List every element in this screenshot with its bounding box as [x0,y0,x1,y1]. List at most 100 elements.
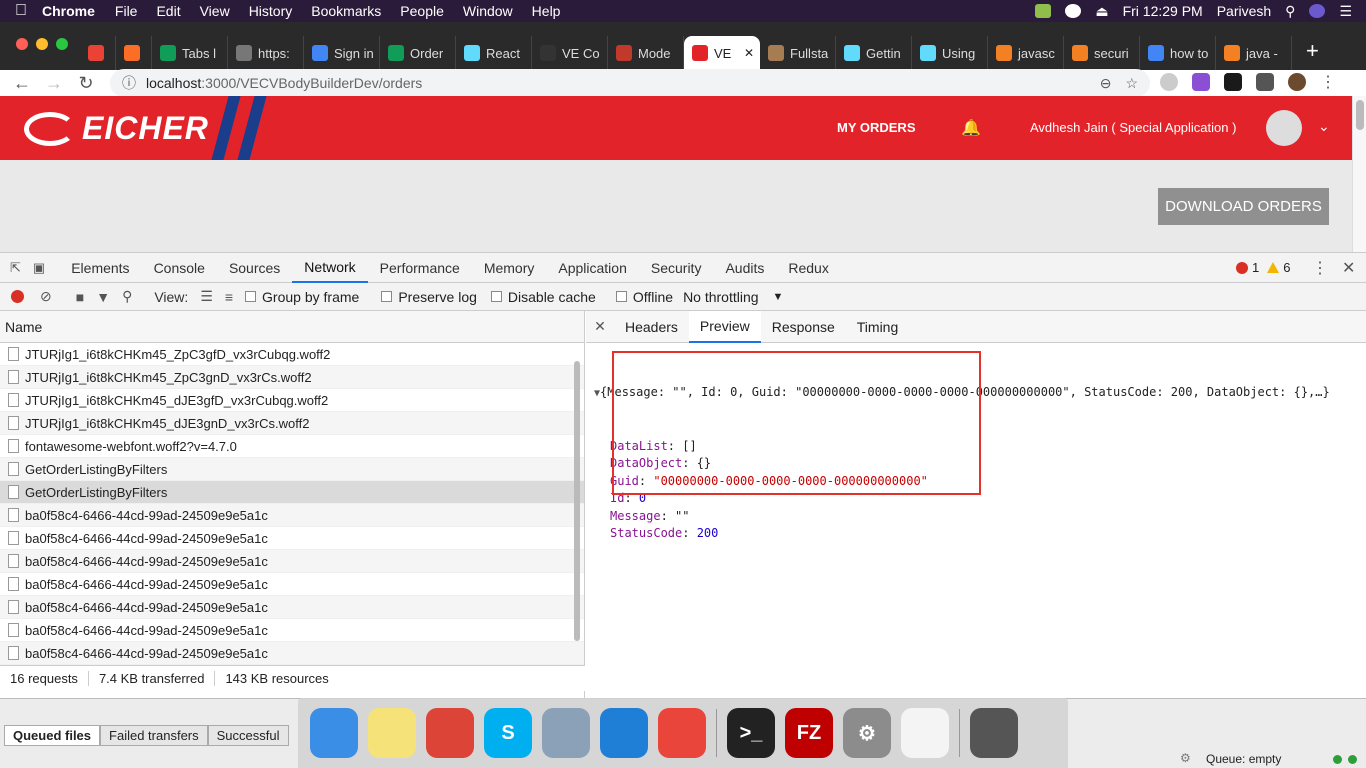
browser-tab[interactable]: Order [380,36,456,70]
siri-icon[interactable] [1309,4,1326,18]
request-row[interactable]: GetOrderListingByFilters [0,458,584,481]
devtools-tab-memory[interactable]: Memory [472,253,547,283]
error-warning-counter[interactable]: 1 6 [1236,260,1290,275]
menu-file[interactable]: File [115,3,138,19]
menu-bookmarks[interactable]: Bookmarks [311,3,381,19]
detail-tab-response[interactable]: Response [761,311,846,343]
bookmark-star-icon[interactable]: ☆ [1125,75,1138,92]
devtools-tab-console[interactable]: Console [142,253,217,283]
browser-tab[interactable] [80,36,116,70]
filter-icon[interactable]: ▼ [96,289,110,305]
checkbox-box[interactable] [615,291,627,302]
trash-icon[interactable] [970,708,1018,758]
notification-center-icon[interactable]: ☰ [1339,3,1352,20]
tab-queued-files[interactable]: Queued files [4,725,101,746]
request-row[interactable]: JTURjIg1_i6t8kCHKm45_dJE3gfD_vx3rCubqg.w… [0,389,584,412]
user-avatar[interactable] [1266,110,1302,146]
browser-tab[interactable]: Fullsta [760,36,836,70]
devtools-tab-application[interactable]: Application [546,253,639,283]
request-row[interactable]: ba0f58c4-6466-44cd-99ad-24509e9e5a1c [0,504,584,527]
new-tab-button[interactable]: + [1306,38,1319,64]
detail-tab-headers[interactable]: Headers [614,311,689,343]
menu-window[interactable]: Window [463,3,513,19]
request-row[interactable]: ba0f58c4-6466-44cd-99ad-24509e9e5a1c [0,573,584,596]
close-detail-icon[interactable]: ✕ [586,318,614,335]
filezilla-icon[interactable]: FZ [785,708,833,758]
chrome-icon[interactable] [426,708,474,758]
browser-tab[interactable]: Using [912,36,988,70]
checkbox-box[interactable] [245,291,257,302]
menu-view[interactable]: View [200,3,230,19]
reminders-icon[interactable] [901,708,949,758]
devtools-tab-security[interactable]: Security [639,253,714,283]
devtools-close-icon[interactable]: ✕ [1342,258,1355,278]
tab-close-icon[interactable]: ✕ [744,46,754,60]
chevron-down-icon[interactable]: ▼ [773,291,784,303]
menu-history[interactable]: History [249,3,293,19]
spotlight-search-icon[interactable]: ⚲ [1285,3,1295,20]
browser-tab[interactable]: Mode [608,36,684,70]
browser-tab[interactable]: Gettin [836,36,912,70]
xampp-icon[interactable] [658,708,706,758]
devtools-tab-redux[interactable]: Redux [776,253,840,283]
request-row[interactable]: ba0f58c4-6466-44cd-99ad-24509e9e5a1c [0,596,584,619]
apple-icon[interactable]:  [0,2,42,20]
json-field[interactable]: StatusCode: 200 [610,525,1330,543]
json-field[interactable]: Message: "" [610,508,1330,526]
detail-tab-timing[interactable]: Timing [846,311,910,343]
group-by-frame-checkbox[interactable]: Group by frame [245,289,359,305]
chrome-menu-icon[interactable]: ⋮ [1320,72,1336,92]
name-column-header[interactable]: Name [0,311,584,343]
menu-edit[interactable]: Edit [156,3,180,19]
disable-cache-checkbox[interactable]: Disable cache [490,289,596,305]
preserve-log-checkbox[interactable]: Preserve log [381,289,477,305]
checkbox-box[interactable] [490,291,502,302]
screenshot-icon[interactable]: ■ [76,289,84,305]
skype-icon[interactable]: S [484,708,532,758]
tab-failed-transfers[interactable]: Failed transfers [100,725,208,746]
browser-tab[interactable]: securi [1064,36,1140,70]
menubar-user[interactable]: Parivesh [1217,3,1271,19]
eicher-logo[interactable]: EICHER [24,110,209,147]
large-rows-icon[interactable]: ☰ [200,288,213,305]
request-row[interactable]: fontawesome-webfont.woff2?v=4.7.0 [0,435,584,458]
search-icon[interactable]: ⚲ [122,288,132,305]
browser-tab[interactable]: VE ✕ [684,36,760,70]
profile-avatar[interactable] [1288,73,1306,91]
request-row[interactable]: JTURjIg1_i6t8kCHKm45_ZpC3gfD_vx3rCubqg.w… [0,343,584,366]
window-close-button[interactable] [16,38,28,50]
nav-my-orders[interactable]: MY ORDERS [837,120,916,135]
tab-successful[interactable]: Successful [207,725,289,746]
devtools-tab-elements[interactable]: Elements [59,253,141,283]
detail-tab-preview[interactable]: Preview [688,310,761,343]
info-icon[interactable]: ⓘ [122,73,136,93]
devtools-tab-performance[interactable]: Performance [368,253,472,283]
forward-icon[interactable]: → [38,73,70,94]
request-row[interactable]: JTURjIg1_i6t8kCHKm45_dJE3gnD_vx3rCs.woff… [0,412,584,435]
browser-tab[interactable]: React [456,36,532,70]
menubar-clock[interactable]: Fri 12:29 PM [1123,3,1203,19]
browser-tab[interactable]: VE Co [532,36,608,70]
back-icon[interactable]: ← [6,73,38,94]
extension-eyedropper-icon[interactable] [1256,73,1274,91]
checkbox-box[interactable] [381,291,393,302]
browser-tab[interactable] [116,36,152,70]
request-row[interactable]: GetOrderListingByFilters [0,481,584,504]
device-toolbar-icon[interactable]: ▣ [33,260,45,276]
inspect-element-icon[interactable]: ⇱ [10,260,21,276]
throttling-select[interactable]: No throttling [683,289,758,305]
status-app-icon[interactable] [1035,4,1052,18]
extension-feather-icon[interactable] [1192,73,1210,91]
queue-gear-icon[interactable]: ⚙ [1180,751,1191,765]
request-row[interactable]: ba0f58c4-6466-44cd-99ad-24509e9e5a1c [0,550,584,573]
browser-tab[interactable]: java - [1216,36,1292,70]
devtools-tab-network[interactable]: Network [292,253,368,283]
vscode-icon[interactable] [600,708,648,758]
devtools-menu-icon[interactable]: ⋮ [1312,258,1328,278]
request-row[interactable]: ba0f58c4-6466-44cd-99ad-24509e9e5a1c [0,619,584,642]
waterfall-icon[interactable]: ≡ [225,289,233,305]
skype-status-icon[interactable] [1065,4,1082,18]
request-row[interactable]: ba0f58c4-6466-44cd-99ad-24509e9e5a1c [0,527,584,550]
terminal-icon[interactable]: >_ [727,708,775,758]
notes-icon[interactable] [368,708,416,758]
